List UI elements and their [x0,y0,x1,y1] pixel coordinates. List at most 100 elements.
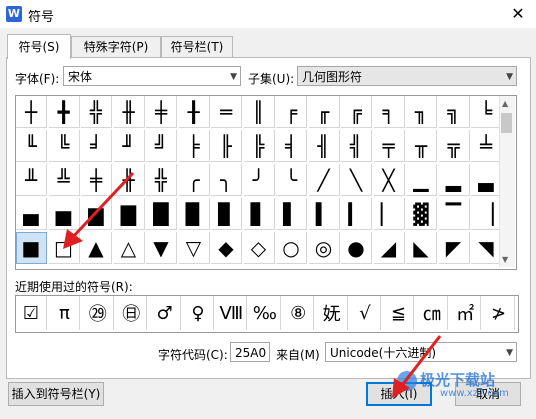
symbol-cell[interactable]: ╡ [276,130,307,162]
symbol-cell[interactable]: ◆ [211,232,242,264]
symbol-cell[interactable]: ╔ [341,96,372,128]
symbol-cell[interactable]: ▃ [471,164,502,196]
symbol-cell[interactable]: ◥ [471,232,502,264]
recent-symbol[interactable]: ♀ [183,296,214,330]
symbol-cell[interactable]: ╪ [146,96,177,128]
symbol-cell[interactable]: ◎ [308,232,340,264]
symbol-cell[interactable]: ═ [211,96,242,128]
symbol-cell[interactable]: ◇ [243,232,275,264]
symbol-cell[interactable]: ◤ [438,232,470,264]
recent-symbol[interactable]: ‰ [250,296,281,330]
symbol-cell[interactable]: ◢ [373,232,405,264]
symbol-cell[interactable]: ▁ [406,164,437,196]
symbol-cell[interactable]: ▍ [308,198,340,230]
symbol-cell[interactable]: ╠ [243,130,275,162]
symbol-cell[interactable]: ╝ [146,130,177,162]
scroll-down-icon[interactable]: ▼ [502,255,508,264]
insert-to-bar-button[interactable]: 插入到符号栏(Y) [8,382,104,406]
symbol-cell[interactable]: ╕ [373,96,405,128]
symbol-cell[interactable]: ▄ [16,198,47,230]
tab-symbol-bar[interactable]: 符号栏(T) [161,36,233,57]
recent-symbol[interactable]: ≯ [484,296,515,330]
symbol-cell[interactable]: ● [341,232,372,264]
recent-symbol[interactable]: 妩 [317,296,348,330]
symbol-cell[interactable]: ┼ [16,96,47,128]
close-icon[interactable]: ✕ [504,2,532,26]
recent-symbol[interactable]: Ⅷ [216,296,248,330]
from-label: 来自(M) [276,348,320,362]
symbol-cell[interactable]: ▽ [178,232,210,264]
font-select[interactable]: 宋体 ▼ [63,66,241,86]
symbol-cell[interactable]: ╖ [406,96,437,128]
symbol-cell[interactable]: ▔ [438,198,470,230]
recent-symbol[interactable]: π [49,296,81,330]
tab-special-chars[interactable]: 特殊字符(P) [71,36,161,57]
symbol-cell[interactable]: ╳ [373,164,405,196]
symbol-cell[interactable]: ▂ [438,164,470,196]
scroll-up-icon[interactable]: ▲ [502,99,508,108]
symbol-cell[interactable]: ╫ [113,96,145,128]
font-value: 宋体 [68,70,93,84]
symbol-cell[interactable]: ╜ [113,130,145,162]
symbol-cell[interactable]: ║ [243,96,275,128]
symbol-cell[interactable]: ╰ [276,164,307,196]
symbol-cell[interactable]: ▓ [406,198,437,230]
recent-symbols-row: ☑ π ㉙㊐ ♂ ♀ Ⅷ ‰ ⑧ 妩 √ ≦ ㎝㎡ ≯ [15,295,519,333]
symbol-cell[interactable]: ╞ [178,130,210,162]
watermark-url: www.xz7.com [440,388,509,399]
symbol-cell[interactable]: ╙ [16,130,47,162]
recent-symbol[interactable]: ㎝ [417,296,448,330]
symbol-cell[interactable]: ╛ [81,130,112,162]
font-label: 字体(F): [15,72,60,86]
symbol-cell[interactable]: ╢ [308,130,340,162]
symbol-cell[interactable]: ▊ [211,198,242,230]
symbol-cell[interactable]: ╱ [308,164,340,196]
symbol-cell[interactable]: ╭ [178,164,210,196]
symbol-cell[interactable]: ╚ [48,130,80,162]
symbol-cell[interactable]: ╦ [438,130,470,162]
recent-symbol[interactable]: ☑ [16,296,47,330]
subset-select[interactable]: 几何图形符 ▼ [297,66,517,86]
symbol-cell[interactable]: ■ [16,232,47,264]
tab-symbols[interactable]: 符号(S) [7,34,71,59]
scroll-thumb[interactable] [501,113,512,133]
symbol-cell[interactable]: ╮ [211,164,242,196]
symbol-cell[interactable]: ╋ [48,96,80,128]
symbol-cell[interactable]: █ [146,198,177,230]
symbol-cell[interactable]: ╓ [308,96,340,128]
char-code-input[interactable]: 25A0 [230,342,270,362]
symbol-cell[interactable]: ▉ [178,198,210,230]
symbol-cell[interactable]: ▕ [471,198,502,230]
symbol-cell[interactable]: ╨ [16,164,47,196]
symbol-cell[interactable]: ╘ [471,96,502,128]
symbol-cell[interactable]: ▌ [276,198,307,230]
symbol-cell[interactable]: ▎ [341,198,372,230]
symbol-cell[interactable]: ╯ [243,164,275,196]
recent-symbol[interactable]: ⑧ [283,296,315,330]
symbol-cell[interactable]: ▏ [373,198,405,230]
symbol-cell[interactable]: ╣ [341,130,372,162]
symbol-cell[interactable]: ╧ [471,130,502,162]
recent-symbol[interactable]: √ [350,296,381,330]
symbol-cell[interactable]: ╤ [373,130,405,162]
symbol-cell[interactable]: ╲ [341,164,372,196]
symbol-cell[interactable]: ○ [276,232,307,264]
symbol-cell[interactable]: ◣ [406,232,437,264]
subset-label: 子集(U): [248,72,295,86]
symbol-cell[interactable]: ╥ [406,130,437,162]
symbol-cell[interactable]: ╬ [146,164,177,196]
recent-symbol[interactable]: ㎡ [450,296,482,330]
recent-symbol[interactable]: ㉙ [83,296,114,330]
recent-symbol[interactable]: ♂ [150,296,181,330]
recent-symbol[interactable]: ㊐ [116,296,148,330]
symbol-cell[interactable]: ╂ [178,96,210,128]
chevron-down-icon: ▼ [230,72,237,82]
symbol-cell[interactable]: ╒ [276,96,307,128]
symbol-cell[interactable]: ╟ [211,130,242,162]
symbol-cell[interactable]: ╗ [438,96,470,128]
symbol-cell[interactable]: ╬ [81,96,112,128]
symbol-cell[interactable]: ▼ [146,232,177,264]
recent-symbol[interactable]: ≦ [383,296,415,330]
chevron-down-icon: ▼ [506,72,513,82]
symbol-cell[interactable]: ▋ [243,198,275,230]
